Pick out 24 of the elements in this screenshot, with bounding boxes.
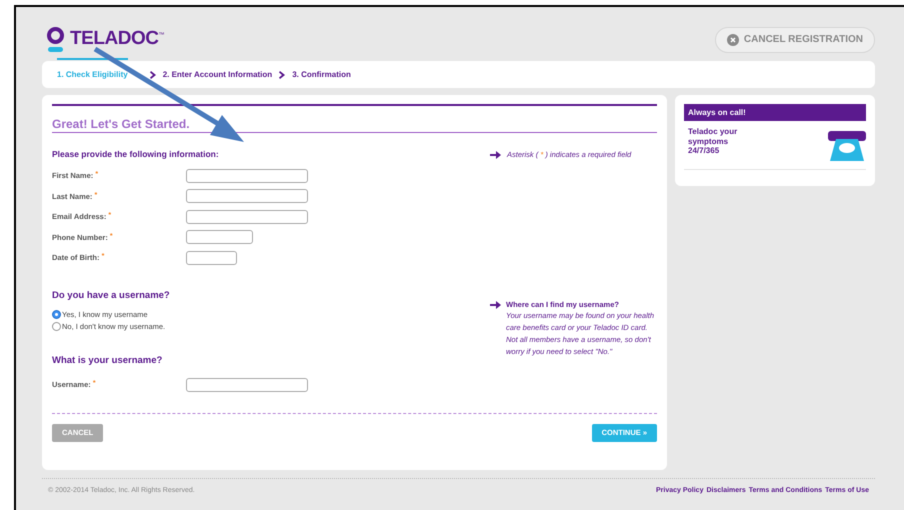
arrow-icon <box>490 300 501 309</box>
telephone-icon <box>828 131 866 161</box>
sidebar-header: Always on call! <box>684 104 866 121</box>
step-tab[interactable]: 3. Confirmation <box>292 68 351 80</box>
radio-button[interactable] <box>52 310 61 320</box>
input-field[interactable] <box>186 378 308 392</box>
input-field[interactable] <box>186 168 308 183</box>
input-field[interactable] <box>186 250 237 265</box>
chevron-icon <box>279 70 286 78</box>
section-heading: Please provide the following information: <box>52 148 219 161</box>
section-heading: What is your username? <box>52 354 164 368</box>
step-tab[interactable]: 2. Enter Account Information <box>162 68 272 80</box>
arrow-icon <box>490 150 501 159</box>
form-heading: Great! Let's Get Started. <box>52 116 191 132</box>
section-heading: Do you have a username? <box>52 288 171 303</box>
sidebar-text: Teladoc your symptoms 24/7/365 <box>687 127 738 156</box>
radio-button[interactable] <box>52 322 61 332</box>
chevron-icon <box>150 70 156 78</box>
input-field[interactable] <box>186 230 253 244</box>
input-field[interactable] <box>186 210 308 224</box>
logo-wordmark: TELADOC$^{™}$ <box>70 27 164 52</box>
close-icon <box>726 34 739 46</box>
logo-icon <box>47 26 64 52</box>
input-field[interactable] <box>186 189 308 204</box>
